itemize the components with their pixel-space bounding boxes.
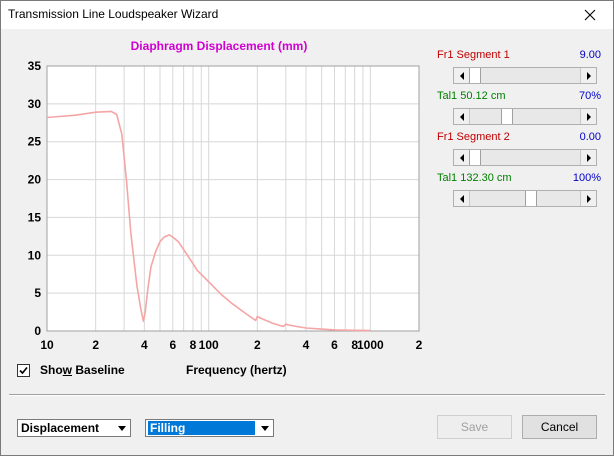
- slider-value: 100%: [572, 172, 601, 184]
- scroll-right-button[interactable]: [580, 68, 596, 83]
- slider-label: Fr1 Segment 1: [437, 49, 510, 61]
- plot-type-value: Displacement: [21, 421, 100, 435]
- slider-group-3: Fr1 Segment 2 0.00: [437, 129, 601, 170]
- section-value: Filling: [150, 421, 186, 435]
- checkbox-box[interactable]: [17, 363, 30, 377]
- slider-group-4: Tal1 132.30 cm 100%: [437, 170, 601, 211]
- x-tick-label: 100: [199, 338, 219, 352]
- y-tick-label: 30: [28, 97, 42, 111]
- scroll-thumb[interactable]: [469, 150, 481, 165]
- y-tick-label: 10: [28, 248, 42, 262]
- slider-label: Fr1 Segment 2: [437, 131, 510, 143]
- slider-value: 70%: [578, 90, 601, 102]
- slider-group-2: Tal1 50.12 cm 70%: [437, 88, 601, 129]
- y-tick-label: 20: [28, 173, 42, 187]
- chart-title: Diaphragm Displacement (mm): [130, 39, 308, 53]
- dropdown-button[interactable]: [257, 420, 273, 436]
- slider-group-1: Fr1 Segment 1 9.00: [437, 47, 601, 88]
- x-tick-label: 10: [40, 338, 54, 352]
- plot-type-dropdown[interactable]: Displacement: [17, 419, 131, 437]
- x-tick-label: 4: [141, 338, 148, 352]
- scroll-right-button[interactable]: [580, 191, 596, 206]
- y-tick-label: 0: [34, 324, 41, 338]
- slider-value: 9.00: [579, 49, 601, 61]
- slider-scrollbar[interactable]: [453, 67, 597, 84]
- show-baseline-checkbox[interactable]: Show Baseline: [17, 362, 125, 378]
- arrow-right-icon: [586, 153, 591, 162]
- scroll-left-button[interactable]: [454, 150, 470, 165]
- section-dropdown[interactable]: Filling: [145, 419, 274, 437]
- x-tick-label: 6: [331, 338, 338, 352]
- close-icon: [584, 9, 596, 21]
- y-tick-label: 25: [28, 135, 42, 149]
- slider-label: Tal1 50.12 cm: [437, 90, 506, 102]
- x-tick-label: 1000: [357, 338, 384, 352]
- dropdown-button[interactable]: [114, 420, 130, 436]
- slider-scrollbar[interactable]: [453, 190, 597, 207]
- scroll-thumb[interactable]: [525, 191, 537, 206]
- slider-scrollbar[interactable]: [453, 149, 597, 166]
- separator: [9, 394, 605, 396]
- arrow-right-icon: [586, 194, 591, 203]
- save-button-label: Save: [460, 420, 489, 434]
- displacement-chart: 0 5 10 15 20 25 30 35 10 2 4 6 8 100 2 4 6 8 1000 2 Diaphra…: [9, 36, 429, 356]
- x-tick-label: 6: [169, 338, 176, 352]
- y-tick-label: 15: [28, 210, 42, 224]
- scroll-right-button[interactable]: [580, 109, 596, 124]
- close-button[interactable]: [567, 1, 613, 29]
- x-tick-label: 4: [303, 338, 310, 352]
- arrow-left-icon: [459, 112, 464, 121]
- scroll-left-button[interactable]: [454, 109, 470, 124]
- show-baseline-label: Show Baseline: [40, 363, 125, 377]
- checkmark-icon: [19, 366, 28, 374]
- arrow-left-icon: [459, 71, 464, 80]
- chevron-down-icon: [118, 425, 126, 431]
- scroll-thumb[interactable]: [469, 68, 481, 83]
- arrow-right-icon: [586, 112, 591, 121]
- y-tick-label: 35: [28, 59, 42, 73]
- slider-scrollbar[interactable]: [453, 108, 597, 125]
- x-tick-label: 2: [92, 338, 99, 352]
- scroll-right-button[interactable]: [580, 150, 596, 165]
- x-tick-label: 2: [416, 338, 423, 352]
- frequency-axis-label: Frequency (hertz): [186, 363, 287, 377]
- chart-canvas: 0510152025303510 2 4 6 8 100 2 4 6 81000 2: [28, 59, 423, 352]
- window-title: Transmission Line Loudspeaker Wizard: [8, 7, 219, 21]
- cancel-button-label: Cancel: [540, 420, 579, 434]
- arrow-left-icon: [459, 194, 464, 203]
- scroll-left-button[interactable]: [454, 68, 470, 83]
- x-tick-label: 2: [254, 338, 261, 352]
- y-tick-label: 5: [34, 286, 41, 300]
- slider-panel: Fr1 Segment 1 9.00 Tal1 50.12 cm 70% Fr1…: [437, 47, 601, 211]
- wizard-window: Transmission Line Loudspeaker Wizard 0 5 1…: [0, 0, 614, 456]
- cancel-button[interactable]: Cancel: [522, 415, 597, 439]
- chevron-down-icon: [261, 425, 269, 431]
- slider-value: 0.00: [579, 131, 601, 143]
- x-tick-label: 8: [190, 338, 197, 352]
- scroll-thumb[interactable]: [501, 109, 513, 124]
- title-bar: Transmission Line Loudspeaker Wizard: [1, 1, 613, 29]
- arrow-left-icon: [459, 153, 464, 162]
- slider-label: Tal1 132.30 cm: [437, 172, 512, 184]
- selection-highlight: Filling: [147, 420, 256, 436]
- arrow-right-icon: [586, 71, 591, 80]
- save-button[interactable]: Save: [437, 415, 512, 439]
- scroll-left-button[interactable]: [454, 191, 470, 206]
